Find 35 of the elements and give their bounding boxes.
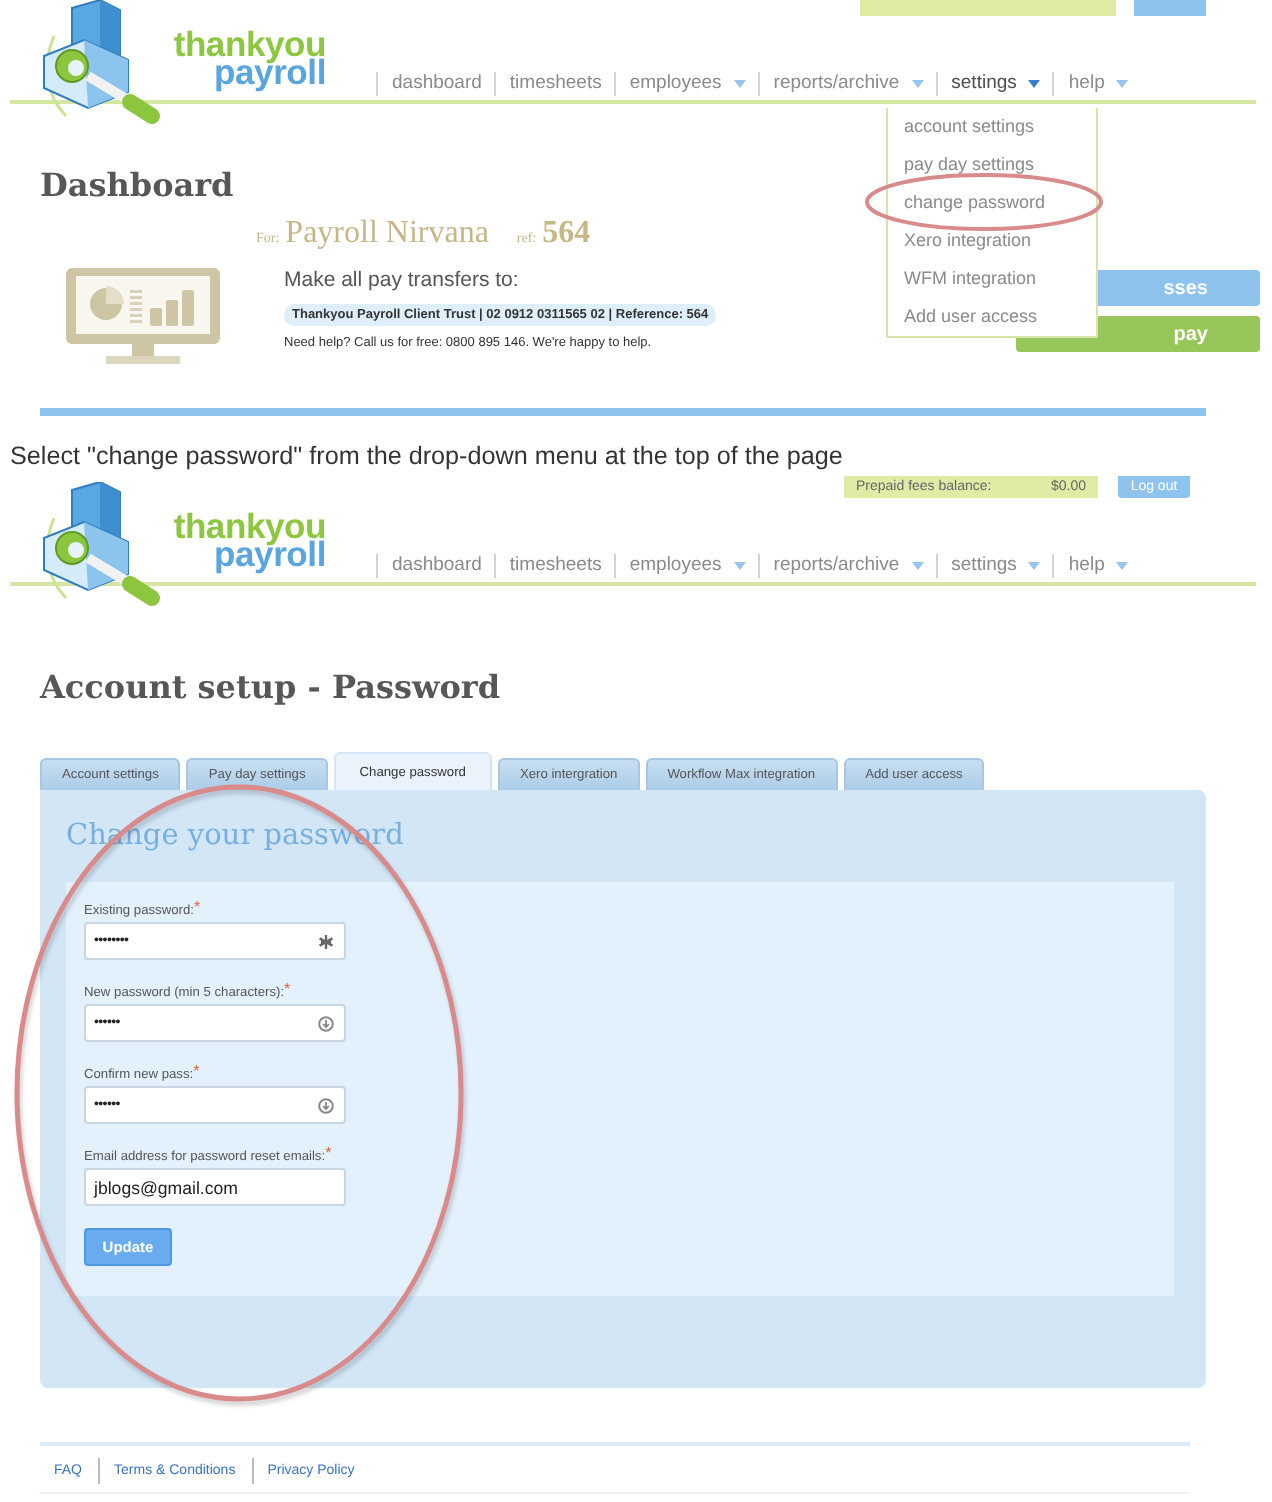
nav-link[interactable]: dashboard: [392, 72, 482, 96]
menu-item[interactable]: account settings: [888, 108, 1096, 146]
email-field[interactable]: jblogs@gmail.com: [84, 1168, 346, 1206]
monitor-chart-icon: [66, 268, 220, 364]
caret-icon: [911, 562, 924, 570]
caret-icon: [1116, 80, 1129, 88]
instruction-text: Select "change password" from the drop-down menu at the top of the page: [8, 440, 843, 474]
nav-link[interactable]: dashboard: [392, 554, 482, 578]
nav-link[interactable]: reports/archive: [773, 554, 924, 578]
nav-link[interactable]: timesheets: [509, 72, 602, 96]
transfer-heading: Make all pay transfers to:: [284, 268, 519, 292]
header-button[interactable]: [1134, 0, 1206, 16]
caret-icon: [1028, 562, 1041, 570]
nav-link[interactable]: help: [1068, 72, 1129, 96]
nav-link[interactable]: timesheets: [509, 554, 602, 578]
caret-icon: [911, 80, 924, 88]
nav-link[interactable]: reports/archive: [773, 72, 924, 96]
nav-link[interactable]: help: [1068, 554, 1129, 578]
nav-link[interactable]: employees: [629, 72, 746, 96]
nav-link[interactable]: employees: [629, 554, 746, 578]
page-title: Dashboard: [40, 166, 234, 206]
page-title: Account setup - Password: [40, 666, 501, 710]
caret-icon: [1028, 80, 1041, 88]
client-name: Payroll Nirvana: [285, 216, 489, 252]
reference-number: 564: [542, 216, 591, 252]
caret-icon: [1116, 562, 1129, 570]
menu-item[interactable]: pay day settings: [888, 146, 1096, 184]
circle-arrow-icon: [318, 1097, 334, 1113]
menu-item[interactable]: Xero integration: [888, 222, 1096, 260]
caret-icon: [733, 80, 746, 88]
nav-link[interactable]: settings: [951, 554, 1041, 578]
nav-link[interactable]: settings: [951, 72, 1041, 96]
asterisk-icon: [318, 933, 334, 949]
circle-arrow-icon: [318, 1015, 334, 1031]
caret-icon: [733, 562, 746, 570]
